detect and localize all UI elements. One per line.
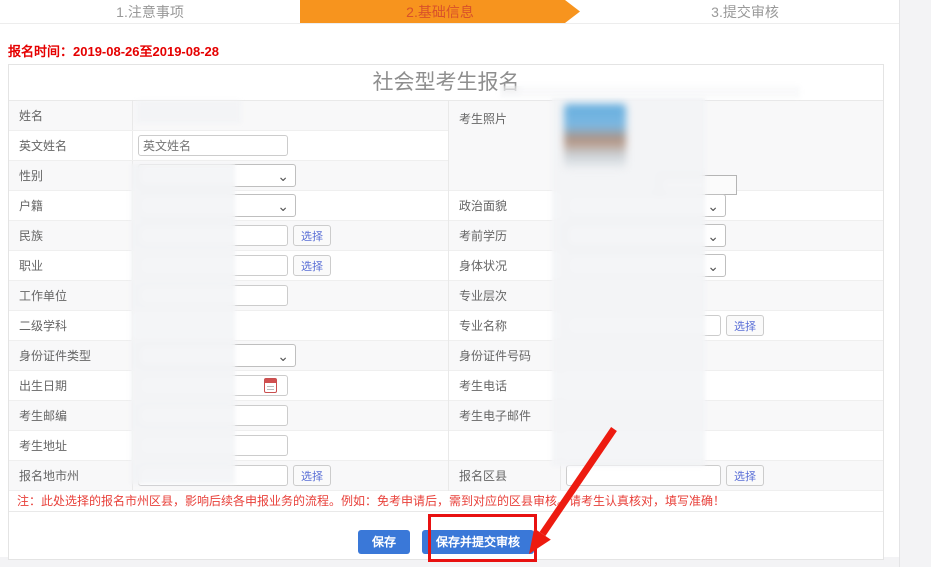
field-label: 性别 xyxy=(9,161,133,190)
field-label: 二级学科 xyxy=(9,311,133,340)
field-label: 考前学历 xyxy=(449,221,561,250)
field-label: 出生日期 xyxy=(9,371,133,400)
field-label: 身份证件号码 xyxy=(449,341,561,370)
english-name-input[interactable] xyxy=(138,135,288,156)
step-basic-info-active[interactable]: 2.基础信息 xyxy=(300,0,580,23)
blur-overlay xyxy=(131,164,235,484)
chevron-down-icon: ⌄ xyxy=(707,196,719,216)
page-gutter xyxy=(899,0,931,567)
field-label: 考生邮编 xyxy=(9,401,133,430)
save-button[interactable]: 保存 xyxy=(358,530,410,554)
major-pick-button[interactable]: 选择 xyxy=(726,315,764,336)
field-label: 户籍 xyxy=(9,191,133,220)
registration-period: 报名时间：2019-08-26至2019-08-28 xyxy=(8,41,931,60)
field-label: 专业层次 xyxy=(449,281,561,310)
calendar-icon[interactable] xyxy=(264,378,277,393)
step-wizard: 1.注意事项 2.基础信息 3.提交审核 xyxy=(0,0,931,24)
period-value: 2019-08-26至2019-08-28 xyxy=(73,44,219,59)
field-label: 考生电话 xyxy=(449,371,561,400)
district-input[interactable] xyxy=(566,465,721,486)
chevron-down-icon: ⌄ xyxy=(277,346,289,366)
field-label: 考生照片 xyxy=(449,101,561,190)
field-label: 民族 xyxy=(9,221,133,250)
save-and-submit-button[interactable]: 保存并提交审核 xyxy=(422,530,534,554)
field-label: 身体状况 xyxy=(449,251,561,280)
field-label xyxy=(449,431,561,460)
field-label: 工作单位 xyxy=(9,281,133,310)
field-label: 考生地址 xyxy=(9,431,133,460)
district-pick-button[interactable]: 选择 xyxy=(726,465,764,486)
chevron-down-icon: ⌄ xyxy=(277,196,289,216)
field-label: 考生电子邮件 xyxy=(449,401,561,430)
blur-overlay xyxy=(136,101,241,123)
city-pick-button[interactable]: 选择 xyxy=(293,465,331,486)
field-label: 职业 xyxy=(9,251,133,280)
table-row: 英文姓名 xyxy=(9,131,448,161)
period-label: 报名时间： xyxy=(8,44,73,59)
chevron-down-icon: ⌄ xyxy=(707,256,719,276)
field-label: 姓名 xyxy=(9,101,133,130)
field-label: 英文姓名 xyxy=(9,131,133,160)
chevron-down-icon: ⌄ xyxy=(277,166,289,186)
ethnicity-pick-button[interactable]: 选择 xyxy=(293,225,331,246)
blur-overlay xyxy=(500,86,800,98)
field-label: 政治面貌 xyxy=(449,191,561,220)
chevron-down-icon: ⌄ xyxy=(707,226,719,246)
field-label: 身份证件类型 xyxy=(9,341,133,370)
field-label: 报名区县 xyxy=(449,461,561,490)
registration-page: 1.注意事项 2.基础信息 3.提交审核 报名时间：2019-08-26至201… xyxy=(0,0,931,567)
field-label: 专业名称 xyxy=(449,311,561,340)
candidate-photo xyxy=(564,104,626,168)
form-footer: 保存 保存并提交审核 xyxy=(9,512,883,559)
step-submit-review[interactable]: 3.提交审核 xyxy=(580,0,910,23)
field-label: 报名地市州 xyxy=(9,461,133,490)
step-notes[interactable]: 1.注意事项 xyxy=(0,0,300,23)
warning-note: 注：此处选择的报名市州区县，影响后续各申报业务的流程。例如：免考申请后，需到对应… xyxy=(9,491,883,512)
occupation-pick-button[interactable]: 选择 xyxy=(293,255,331,276)
